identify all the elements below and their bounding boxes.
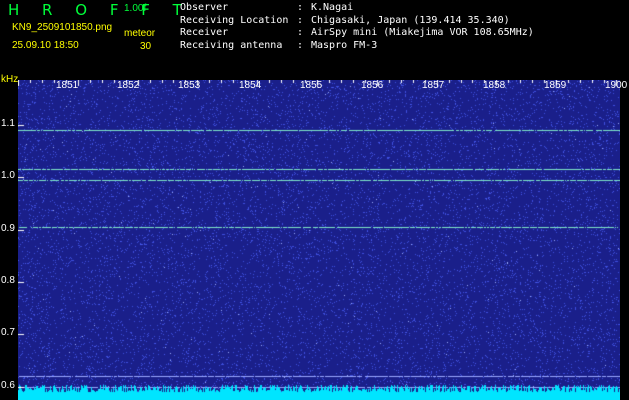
x-tick-label: 1857 bbox=[422, 80, 445, 91]
y-tick-label: 1.0 bbox=[1, 170, 15, 182]
x-tick-label: 1855 bbox=[300, 80, 323, 91]
header-panel: H R O F F T 1.00f KN9_2509101850.png 25.… bbox=[0, 0, 629, 80]
meteor-count: 30 bbox=[140, 41, 152, 52]
file-name: KN9_2509101850.png bbox=[12, 22, 113, 33]
y-tick-label: 1.1 bbox=[1, 117, 15, 129]
y-tick-label: 0.8 bbox=[1, 274, 15, 286]
observation-info: Observer: K.Nagai Receiving Location: Chig… bbox=[180, 2, 534, 52]
info-row-location: Receiving Location: Chigasaki, Japan (139… bbox=[180, 14, 510, 26]
y-tick-label: 0.7 bbox=[1, 327, 15, 339]
x-tick-label: 1853 bbox=[178, 80, 201, 91]
spectrogram bbox=[18, 80, 620, 400]
version-label: 1.00f bbox=[124, 3, 147, 14]
y-axis-unit: kHz bbox=[1, 74, 19, 85]
info-row-antenna: Receiving antenna: Maspro FM-3 bbox=[180, 39, 378, 51]
x-tick-label: 1854 bbox=[239, 80, 262, 91]
x-tick-label: 1856 bbox=[361, 80, 384, 91]
x-tick-label: 1852 bbox=[117, 80, 140, 91]
x-tick-label: 1851 bbox=[56, 80, 79, 91]
x-tick-label: 1859 bbox=[544, 80, 567, 91]
meteor-label: meteor bbox=[124, 28, 156, 39]
info-row-observer: Observer: K.Nagai bbox=[180, 2, 354, 13]
info-row-receiver: Receiver: AirSpy mini (Miakejima VOR 108.… bbox=[180, 27, 534, 38]
app-title: H R O F F T bbox=[8, 1, 191, 19]
y-tick-label: 0.9 bbox=[1, 222, 15, 234]
y-tick-label: 0.6 bbox=[1, 379, 15, 391]
x-tick-label: 1858 bbox=[483, 80, 506, 91]
x-tick-label: 1900 bbox=[605, 80, 628, 91]
date-time: 25.09.10 18:50 bbox=[12, 40, 79, 51]
